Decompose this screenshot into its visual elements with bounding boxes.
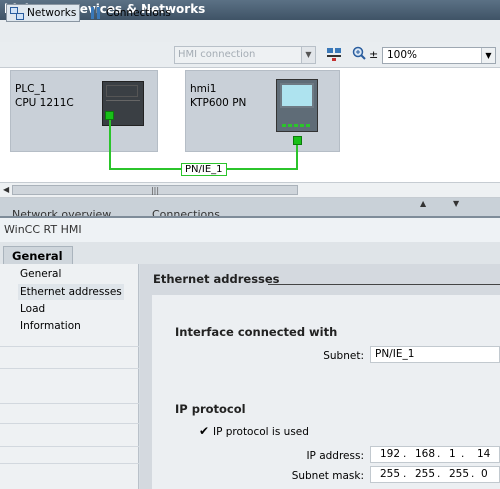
plc-model: CPU 1211C	[15, 97, 74, 109]
subnet-field-label: Subnet:	[323, 350, 364, 362]
connection-type-value: HMI connection	[178, 49, 256, 60]
subnet-field[interactable]: PN/IE_1	[370, 346, 500, 363]
ip-protocol-heading: IP protocol	[175, 402, 246, 416]
scroll-left-icon[interactable]: ◀	[3, 185, 9, 194]
nav-divider	[0, 446, 139, 447]
hmi-name: hmi1	[190, 83, 217, 95]
nav-divider	[0, 368, 139, 369]
ip-protocol-checkbox-label: IP protocol is used	[213, 426, 309, 438]
chevron-down-icon: ▼	[301, 47, 315, 63]
hmi-profinet-port[interactable]	[293, 136, 302, 145]
inspector-tab-bar	[0, 242, 500, 264]
hmi-screen-icon	[280, 83, 314, 108]
subnet-mask-field[interactable]: 255 . 255 . 255 . 0	[370, 466, 500, 483]
nav-divider	[0, 403, 139, 404]
nav-divider	[0, 423, 139, 424]
subnet-label[interactable]: PN/IE_1	[181, 163, 227, 176]
tab-general[interactable]: General	[3, 246, 73, 264]
plc-network-link	[109, 120, 111, 170]
mask-octet: 0	[481, 468, 488, 480]
connections-button-label: Connections	[106, 7, 171, 19]
network-view-icon	[10, 7, 24, 20]
mask-octet: 255	[449, 468, 470, 480]
toolbar-spacer	[0, 20, 500, 42]
chevron-up-icon[interactable]: ▲	[420, 199, 426, 208]
nav-item-load[interactable]: Load	[18, 301, 47, 317]
svg-text:±: ±	[369, 48, 378, 61]
section-rule	[268, 284, 500, 285]
ip-protocol-checkbox[interactable]: ✔	[199, 424, 209, 438]
networks-button[interactable]: Networks	[6, 4, 81, 22]
subnet-mask-label: Subnet mask:	[291, 470, 364, 482]
section-title: Ethernet addresses	[153, 272, 280, 286]
inspector-title: WinCC RT HMI	[0, 216, 500, 242]
ip-address-field[interactable]: 192 . 168 . 1 . 14	[370, 446, 500, 463]
interface-heading: Interface connected with	[175, 325, 338, 339]
nav-divider	[0, 463, 139, 464]
chevron-down-icon: ▼	[481, 48, 495, 63]
highlight-connections-icon[interactable]	[326, 46, 342, 62]
plc-name: PLC_1	[15, 83, 47, 95]
zoom-select[interactable]: 100% ▼	[382, 47, 496, 64]
ip-octet: 192	[380, 448, 401, 460]
scroll-thumb[interactable]: |||	[12, 185, 298, 195]
chevron-down-icon[interactable]: ▼	[453, 199, 459, 208]
hmi-model: KTP600 PN	[190, 97, 247, 109]
hmi-network-link	[296, 145, 298, 170]
nav-divider	[0, 346, 139, 347]
mask-octet: 255	[415, 468, 436, 480]
zoom-value: 100%	[387, 49, 418, 61]
nav-item-information[interactable]: Information	[18, 318, 83, 334]
connections-icon	[90, 6, 102, 20]
connections-button[interactable]: Connections	[86, 4, 175, 22]
connection-type-select[interactable]: HMI connection ▼	[174, 46, 316, 64]
nav-item-ethernet-addresses[interactable]: Ethernet addresses	[18, 284, 124, 300]
networks-button-label: Networks	[27, 7, 77, 19]
nav-item-general[interactable]: General	[18, 266, 63, 282]
ip-octet: 14	[477, 448, 491, 460]
ip-octet: 1	[449, 448, 456, 460]
hmi-keys-icon	[282, 124, 312, 127]
plc-profinet-port[interactable]	[105, 111, 114, 120]
ip-address-label: IP address:	[306, 450, 364, 462]
zoom-icon[interactable]: ±	[352, 46, 380, 62]
ip-octet: 168	[415, 448, 436, 460]
mask-octet: 255	[380, 468, 401, 480]
